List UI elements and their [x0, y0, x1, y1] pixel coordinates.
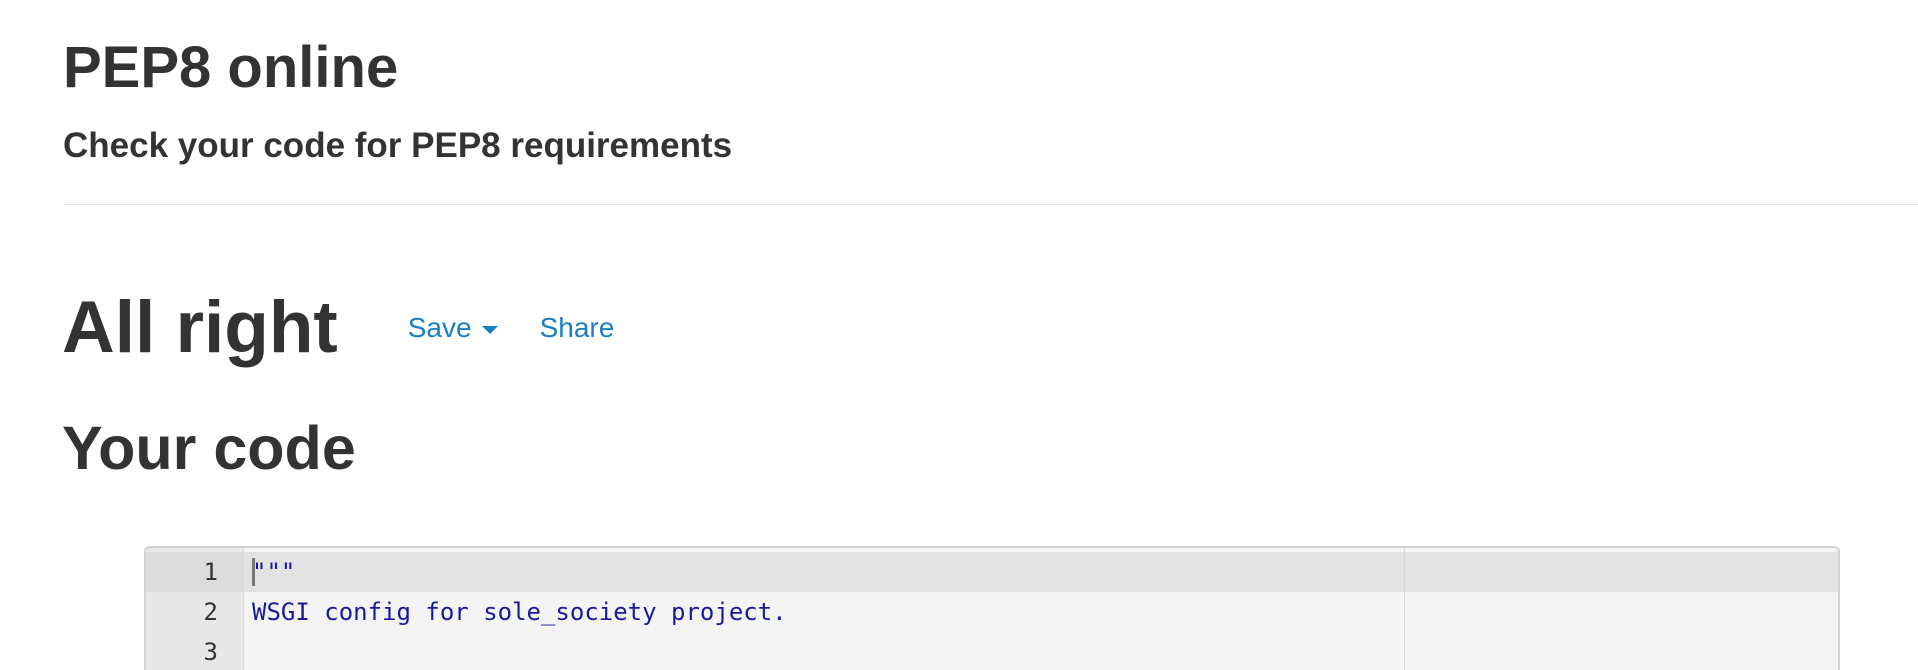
save-label: Save [407, 312, 472, 343]
save-dropdown-button[interactable]: Save [408, 311, 498, 345]
code-editor[interactable]: 1 """ 2 WSGI config for sole_society pro… [144, 546, 1840, 670]
code-line[interactable]: 3 [146, 632, 1838, 670]
site-title: PEP8 online [63, 35, 399, 100]
result-row: All right Save Share [62, 288, 614, 368]
column-ruler [1404, 548, 1405, 670]
header: PEP8 online Check your code for PEP8 req… [63, 0, 1918, 205]
result-heading: All right [62, 287, 338, 368]
share-link[interactable]: Share [540, 311, 615, 345]
code-heading: Your code [62, 414, 356, 482]
page: PEP8 online Check your code for PEP8 req… [0, 0, 1918, 670]
line-text: WSGI config for sole_society project. [252, 598, 787, 626]
line-number: 3 [203, 638, 218, 666]
text-cursor [252, 558, 255, 586]
code-line[interactable]: 2 WSGI config for sole_society project. [146, 592, 1838, 632]
caret-down-icon [481, 325, 498, 334]
line-number: 1 [146, 552, 244, 592]
site-subtitle: Check your code for PEP8 requirements [63, 126, 733, 165]
code-line[interactable]: 1 """ [146, 552, 1838, 592]
line-number: 2 [203, 598, 218, 626]
line-text: """ [252, 558, 296, 586]
